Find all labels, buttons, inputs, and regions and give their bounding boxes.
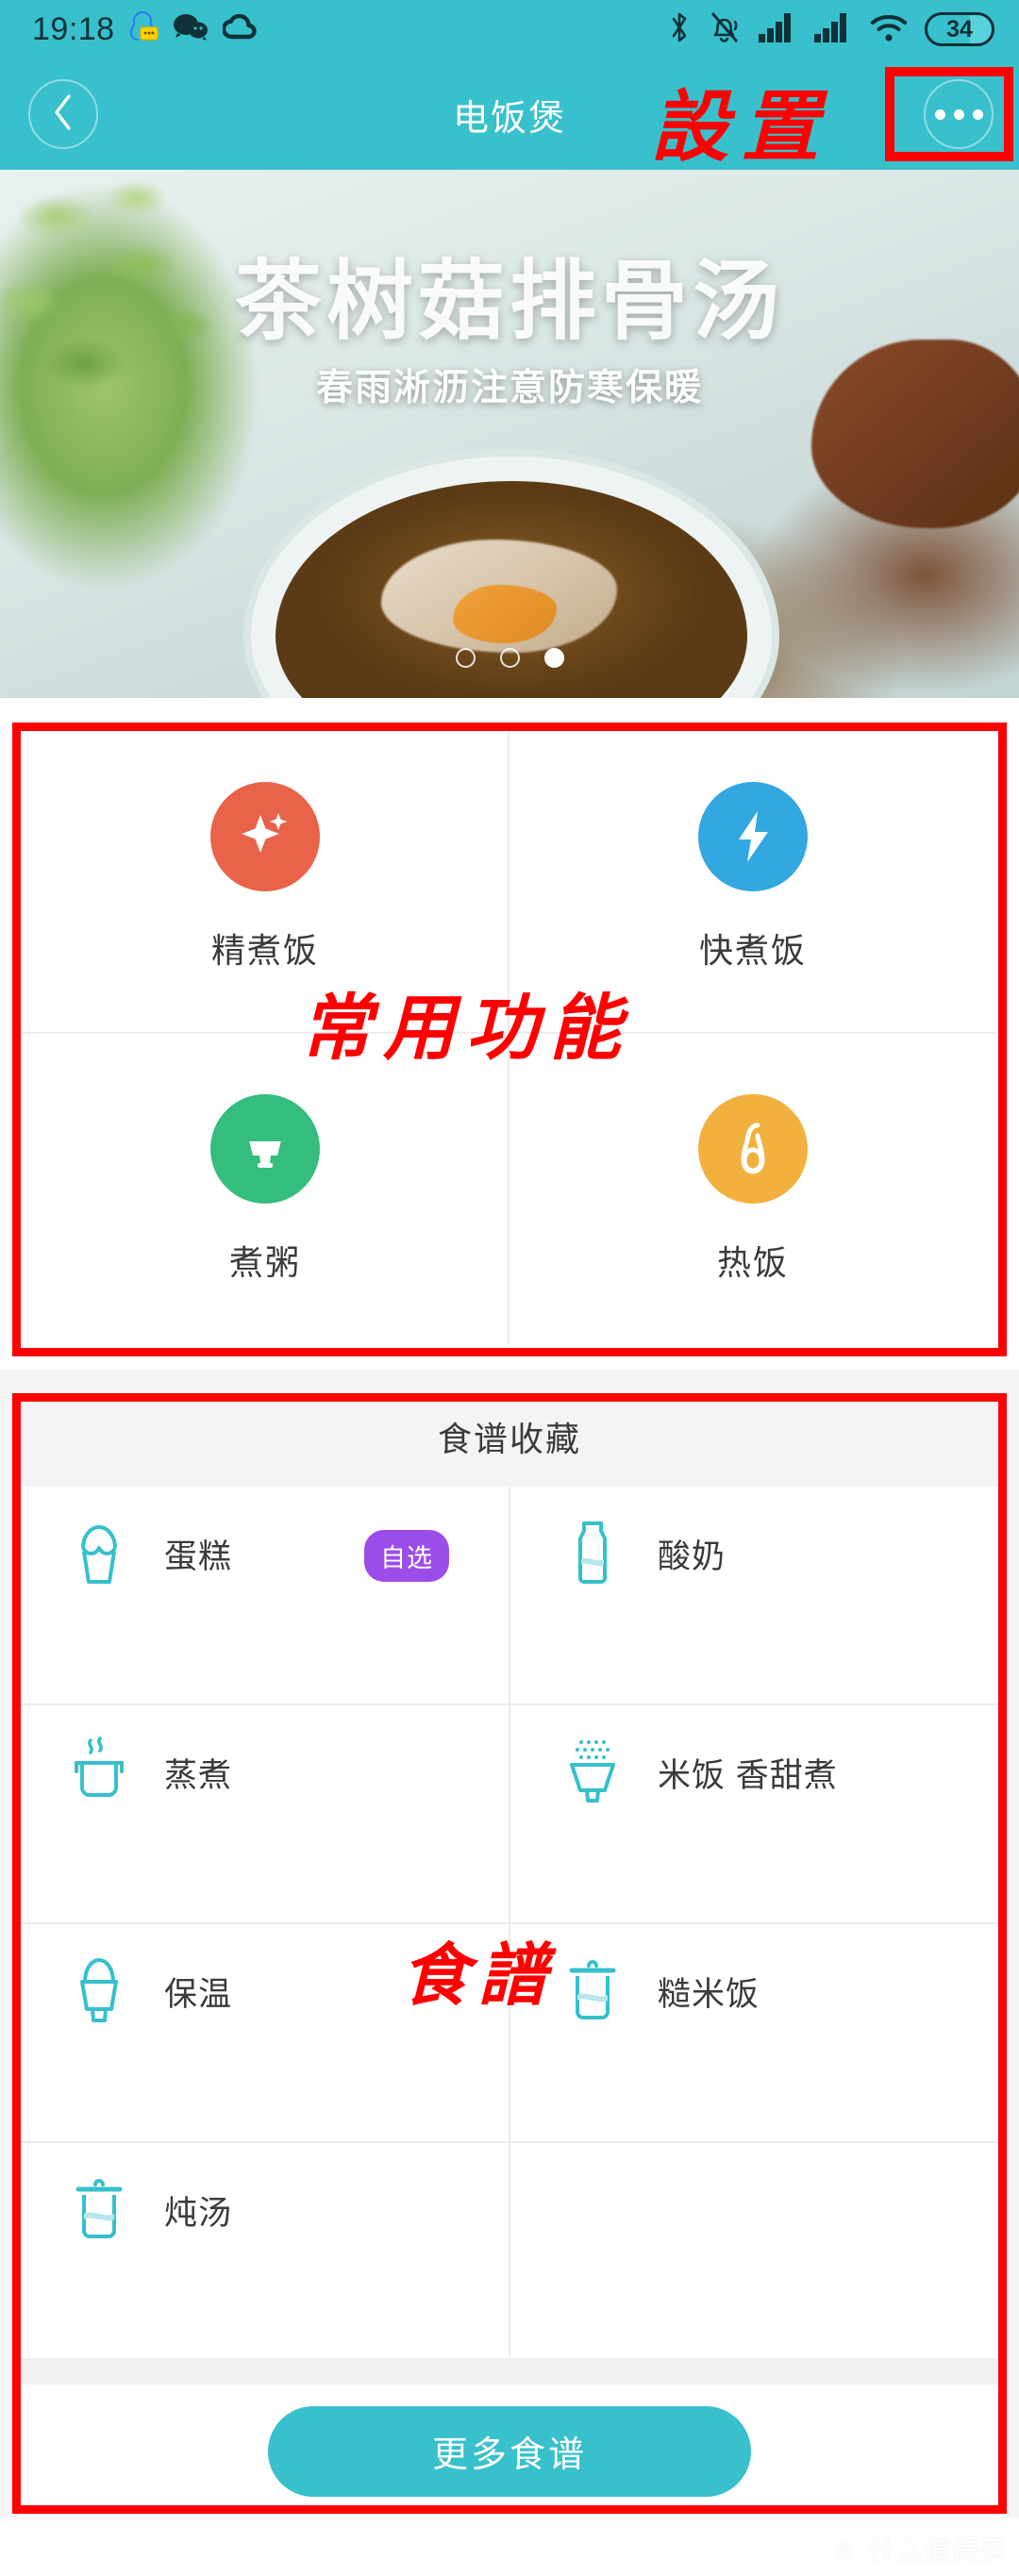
recipe-item-mifan[interactable]: 米饭 香甜煮 [510, 1705, 1002, 1922]
hero-carousel[interactable]: 茶树菇排骨汤 春雨淅沥注意防寒保暖 [0, 170, 1019, 698]
recipe-label: 炖汤 [164, 2195, 233, 2232]
carousel-dot[interactable] [455, 648, 476, 668]
function-label: 快煮饭 [698, 931, 807, 970]
carousel-dot-active[interactable] [543, 648, 564, 668]
common-functions-section: 精煮饭 快煮饭 煮粥 热饭 [0, 698, 1019, 1370]
recipe-section-title: 食谱收藏 [17, 1387, 1002, 1487]
hero-title: 茶树菇排骨汤 [234, 254, 784, 350]
recipe-item-empty [510, 2143, 1002, 2360]
more-menu-button[interactable] [924, 79, 994, 149]
battery-icon: 34 [925, 12, 994, 46]
status-bar: 19:18 34 [0, 0, 1019, 58]
stew-pot-icon [58, 2169, 140, 2251]
watermark-logo-icon: 值 [827, 2533, 860, 2565]
recipe-item-dangao[interactable]: 蛋糕 自选 [17, 1487, 509, 1703]
qq-icon [129, 10, 159, 49]
cloud-icon [221, 13, 259, 45]
more-recipes-button[interactable]: 更多食谱 [268, 2405, 751, 2497]
more-recipes-container: 更多食谱 [17, 2385, 1002, 2518]
recipe-label: 酸奶 [658, 1538, 727, 1575]
recipe-label: 米饭 香甜煮 [658, 1757, 838, 1794]
carousel-dot[interactable] [499, 648, 520, 668]
recipe-grid: 蛋糕 自选 酸奶 蒸煮 米饭 香甜煮 保温 糙米饭 炖汤 [17, 1487, 1002, 2360]
recipe-grid-divider [17, 2358, 1002, 2385]
porridge-bowl-icon [210, 1094, 320, 1204]
function-item-zhuzhou[interactable]: 煮粥 [23, 1034, 510, 1345]
recipe-item-caomifan[interactable]: 糙米饭 [510, 1924, 1002, 2141]
carousel-dots[interactable] [0, 648, 1019, 668]
function-label: 精煮饭 [210, 931, 319, 970]
ellipsis-icon [934, 108, 945, 120]
function-item-refan[interactable]: 热饭 [510, 1034, 996, 1345]
status-left-icons [129, 10, 259, 49]
recipe-item-duntang[interactable]: 炖汤 [17, 2143, 509, 2360]
hero-subtitle: 春雨淅沥注意防寒保暖 [315, 368, 703, 408]
recipe-item-zhengzhu[interactable]: 蒸煮 [17, 1705, 509, 1922]
lightning-icon [698, 782, 808, 891]
bluetooth-icon [667, 9, 692, 50]
recipe-badge-custom[interactable]: 自选 [364, 1530, 449, 1582]
watermark: 值 什么值得买 [827, 2529, 1006, 2568]
function-item-jingzhufan[interactable]: 精煮饭 [23, 723, 510, 1034]
recipe-collection-section: 食谱收藏 蛋糕 自选 酸奶 蒸煮 米饭 香甜煮 保温 糙米饭 炖汤 更多食谱 [0, 1370, 1019, 2518]
lidded-pot-icon [552, 1951, 633, 2032]
cupcake-icon [58, 1513, 140, 1594]
page-title: 电饭煲 [452, 98, 566, 139]
recipe-item-baowen[interactable]: 保温 [17, 1924, 509, 2141]
function-grid: 精煮饭 快煮饭 煮粥 热饭 [23, 723, 996, 1345]
function-label: 热饭 [716, 1243, 789, 1282]
rice-bowl-icon [552, 1732, 633, 1813]
recipe-label: 蒸煮 [164, 1757, 233, 1794]
sparkle-icon [210, 782, 320, 891]
wifi-icon [869, 11, 909, 48]
recipe-item-suannai[interactable]: 酸奶 [510, 1487, 1002, 1703]
steam-pot-icon [58, 1732, 140, 1813]
function-item-kuaizhufan[interactable]: 快煮饭 [510, 723, 996, 1034]
ellipsis-icon [953, 108, 964, 120]
wechat-icon [172, 13, 209, 46]
status-time: 19:18 [32, 10, 115, 47]
recipe-label: 保温 [164, 1976, 233, 2013]
signal-2-icon [813, 11, 853, 48]
watermark-text: 什么值得买 [868, 2536, 1006, 2567]
keep-warm-icon [58, 1951, 140, 2032]
recipe-label: 蛋糕 [164, 1538, 233, 1575]
ladle-icon [698, 1094, 808, 1204]
bell-muted-icon [708, 9, 742, 50]
signal-1-icon [758, 11, 797, 48]
milk-bottle-icon [552, 1513, 633, 1594]
battery-level: 34 [946, 15, 973, 42]
ellipsis-icon [972, 108, 983, 120]
app-header: 电饭煲 [0, 58, 1019, 170]
recipe-label: 糙米饭 [658, 1976, 760, 2013]
status-right-icons: 34 [667, 9, 994, 50]
function-label: 煮粥 [228, 1243, 301, 1282]
